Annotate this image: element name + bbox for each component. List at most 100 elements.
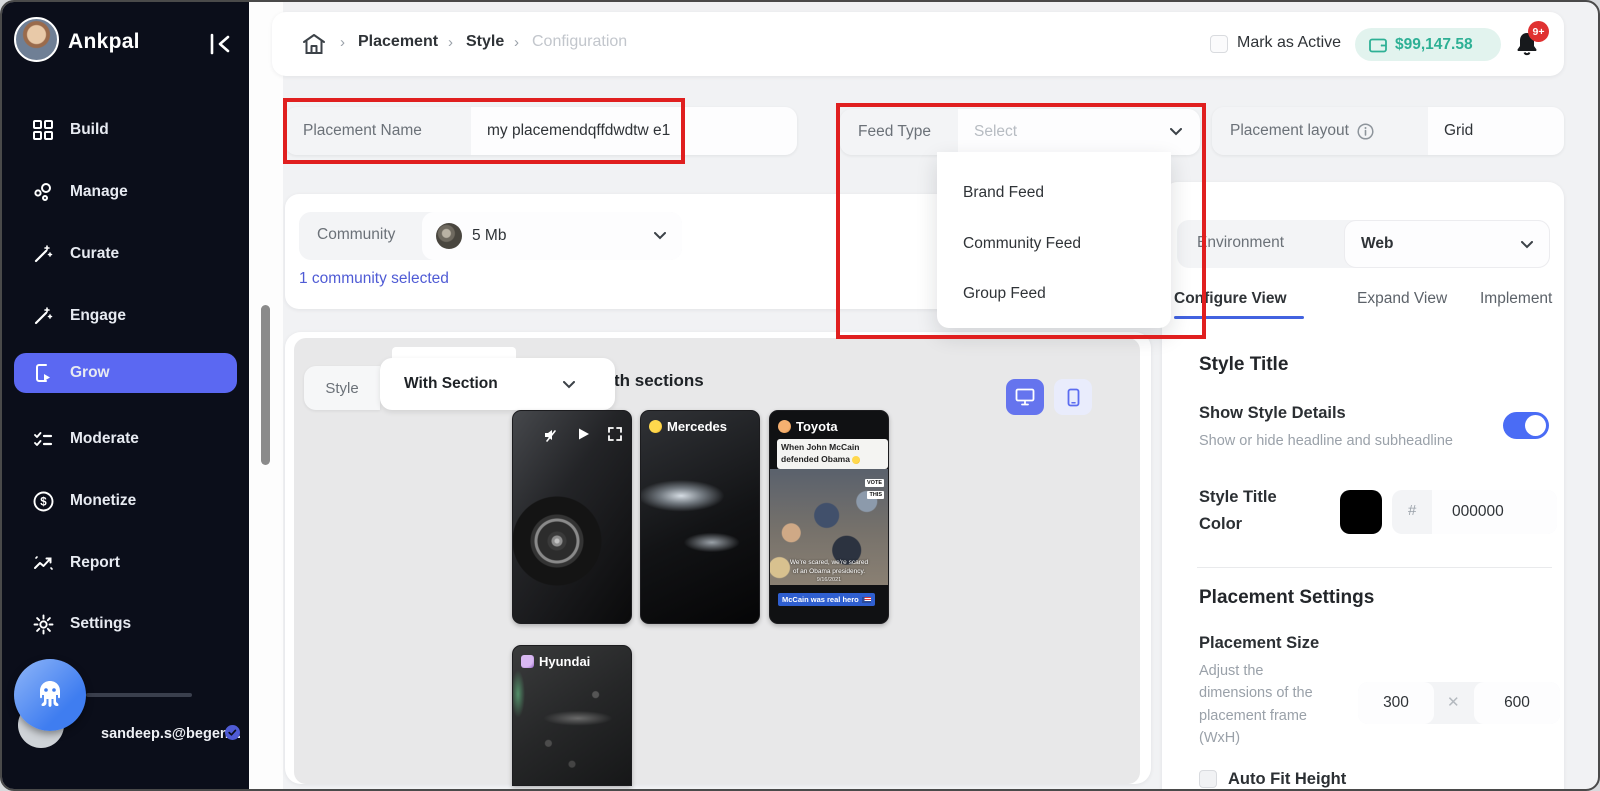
sidebar-item-report[interactable]: Report — [14, 543, 237, 583]
feed-option-group[interactable]: Group Feed — [963, 285, 1046, 303]
preview-heading-fragment: th sections — [614, 371, 704, 391]
show-style-details-description: Show or hide headline and subheadline — [1199, 430, 1479, 452]
overlay-line: We're scared, we're scared — [770, 559, 888, 568]
placement-layout-value[interactable]: Grid — [1428, 107, 1564, 155]
vertical-scrollbar[interactable] — [261, 305, 270, 465]
sidebar-divider — [86, 693, 192, 697]
sidebar-item-label: Moderate — [70, 430, 139, 448]
sidebar-item-curate[interactable]: Curate — [14, 234, 237, 274]
breadcrumb-placement[interactable]: Placement — [358, 33, 438, 51]
video-card-mercedes[interactable]: Mercedes — [640, 410, 760, 624]
video-badge: THIS — [867, 491, 884, 499]
tab-expand-view[interactable]: Expand View — [1357, 290, 1447, 308]
hex-color-input[interactable]: 000000 — [1432, 490, 1557, 534]
breadcrumb-separator: › — [514, 34, 519, 51]
community-select[interactable]: 5 Mb — [422, 212, 682, 260]
octopus-chat-button[interactable] — [14, 659, 86, 731]
sidebar-item-engage[interactable]: Engage — [14, 296, 237, 336]
environment-label: Environment — [1197, 234, 1284, 252]
monetize-dollar-icon: $ — [32, 490, 54, 512]
placement-layout-label-wrap: Placement layout — [1212, 107, 1428, 155]
sunglasses-emoji — [649, 420, 662, 433]
home-icon[interactable] — [300, 30, 328, 58]
tab-configure-view[interactable]: Configure View — [1174, 290, 1287, 308]
preview-area: th sections Style With Section — [294, 338, 1140, 784]
sidebar-item-settings[interactable]: Settings — [14, 604, 237, 644]
show-style-details-toggle[interactable] — [1503, 412, 1549, 439]
mark-as-active-checkbox[interactable] — [1210, 35, 1228, 53]
hex-color-value: 000000 — [1452, 503, 1504, 521]
sidebar-item-label: Curate — [70, 245, 119, 263]
height-value: 600 — [1504, 694, 1530, 712]
style-title-heading: Style Title — [1199, 354, 1288, 376]
style-title-color-label: Style Title Color — [1199, 484, 1309, 538]
sidebar-item-label: Engage — [70, 307, 126, 325]
sidebar-collapse-icon[interactable] — [208, 32, 236, 56]
sidebar-item-label: Grow — [70, 364, 110, 382]
community-label: Community — [317, 226, 395, 244]
sidebar-item-monetize[interactable]: $ Monetize — [14, 481, 237, 521]
wallet-balance-pill[interactable]: $99,147.58 — [1355, 28, 1501, 61]
feed-option-brand[interactable]: Brand Feed — [963, 184, 1044, 202]
sidebar-item-manage[interactable]: Manage — [14, 172, 237, 212]
placement-size-group: 300 ✕ 600 — [1358, 682, 1560, 724]
sidebar-item-build[interactable]: Build — [14, 110, 237, 150]
info-icon[interactable] — [1357, 123, 1374, 140]
placement-name-input[interactable]: my placemendqffdwdtw e1 — [471, 107, 797, 155]
mark-as-active-label: Mark as Active — [1237, 34, 1341, 52]
style-select[interactable]: With Section — [380, 358, 615, 410]
chevron-down-icon — [654, 232, 666, 240]
sidebar-item-label: Manage — [70, 183, 128, 201]
feed-type-group: Feed Type Select — [840, 109, 1200, 155]
breadcrumb-separator: › — [340, 34, 345, 51]
height-input[interactable]: 600 — [1474, 682, 1560, 724]
caption-line: defended Obama — [781, 454, 850, 464]
placement-settings-heading: Placement Settings — [1199, 587, 1374, 609]
community-selected-note[interactable]: 1 community selected — [299, 270, 449, 288]
feed-type-select[interactable]: Select — [958, 109, 1200, 155]
width-input[interactable]: 300 — [1358, 682, 1434, 724]
user-email[interactable]: sandeep.s@begen... — [101, 726, 241, 742]
environment-group: Environment Web — [1177, 220, 1550, 268]
configuration-panel: Environment Web Configure View Expand Vi… — [1162, 182, 1564, 791]
desktop-icon — [1015, 388, 1035, 406]
sidebar-item-moderate[interactable]: Moderate — [14, 419, 237, 459]
desktop-view-button[interactable] — [1006, 379, 1044, 415]
video-badge: VOTE — [865, 479, 884, 487]
report-trend-icon — [32, 552, 54, 574]
video-highlight-caption: McCain was real hero — [778, 593, 875, 606]
environment-select[interactable]: Web — [1344, 220, 1550, 268]
placement-layout-label: Placement layout — [1230, 122, 1349, 140]
overlay-line: 9/16/2021 — [770, 577, 888, 584]
color-swatch[interactable] — [1340, 490, 1382, 534]
breadcrumb-style[interactable]: Style — [466, 33, 504, 51]
sidebar-item-label: Report — [70, 554, 120, 572]
fullscreen-icon[interactable] — [607, 426, 623, 442]
chevron-down-icon — [1521, 241, 1533, 249]
placement-name-group: Placement Name my placemendqffdwdtw e1 — [285, 107, 797, 155]
brand-avatar[interactable] — [14, 17, 59, 62]
sidebar-item-label: Monetize — [70, 492, 136, 510]
wallet-balance: $99,147.58 — [1395, 36, 1473, 54]
settings-gear-icon — [32, 613, 54, 635]
video-card-title: Mercedes — [667, 419, 727, 434]
video-card-title: Toyota — [796, 419, 838, 434]
build-icon — [32, 119, 54, 141]
video-card-toyota[interactable]: Toyota When John McCain defended Obama V… — [769, 410, 889, 624]
environment-value: Web — [1361, 235, 1393, 253]
color-input-group: # 000000 — [1392, 490, 1557, 534]
play-icon[interactable] — [575, 426, 591, 442]
tab-implement[interactable]: Implement — [1480, 290, 1552, 308]
sidebar-item-grow[interactable]: Grow — [14, 353, 237, 393]
video-card-hyundai[interactable]: Hyundai — [512, 645, 632, 786]
auto-fit-height-checkbox[interactable] — [1199, 770, 1217, 788]
placement-name-label: Placement Name — [285, 107, 471, 155]
video-card-porsche[interactable] — [512, 410, 632, 624]
robot-emoji — [521, 655, 534, 668]
mobile-icon — [1067, 388, 1080, 407]
mobile-view-button[interactable] — [1054, 379, 1092, 415]
video-caption-box: When John McCain defended Obama — [777, 439, 888, 469]
mute-icon[interactable] — [543, 427, 559, 443]
feed-option-community[interactable]: Community Feed — [963, 235, 1081, 253]
community-value: 5 Mb — [472, 227, 506, 245]
